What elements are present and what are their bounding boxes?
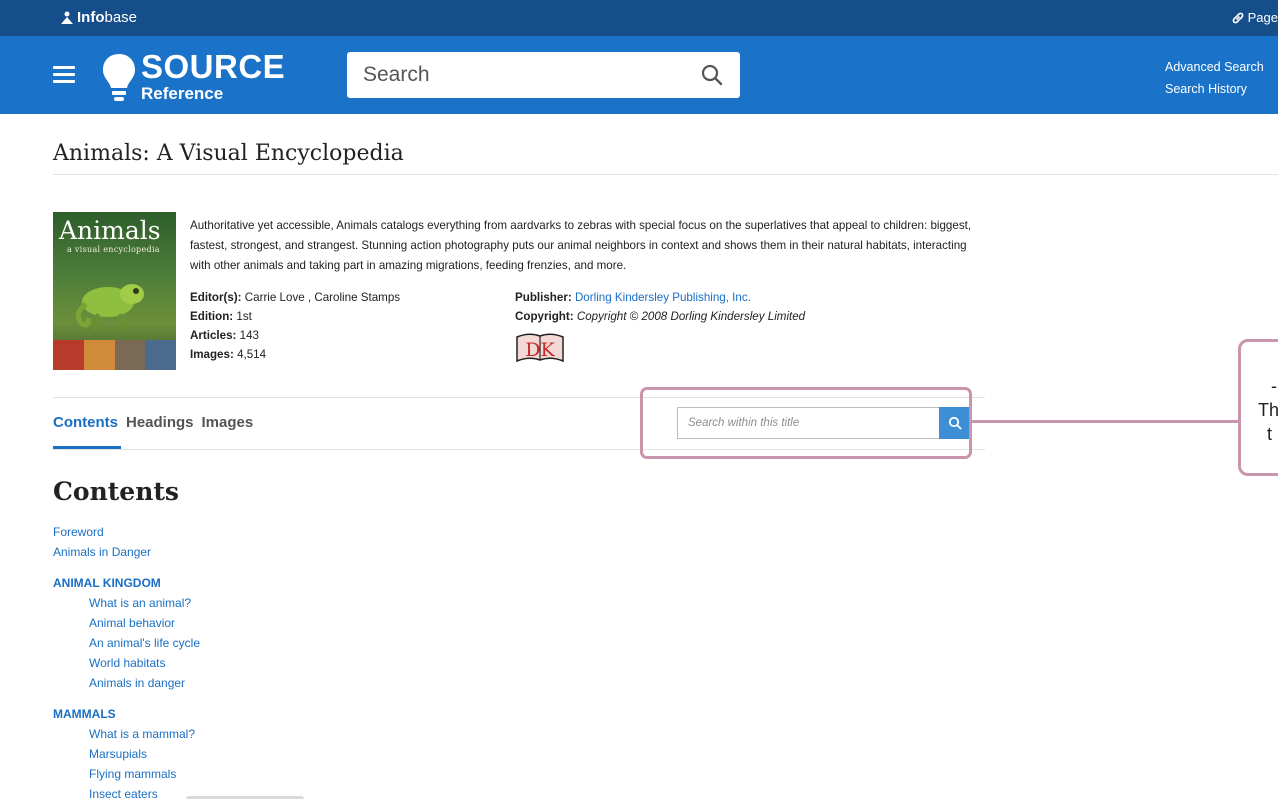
publisher-logo: DK [515,331,565,363]
content-tabs: Contents Headings Images [53,414,253,431]
toc-item[interactable]: Insect eaters [53,784,200,799]
infobase-logo[interactable]: Infobase [60,9,137,26]
tab-contents[interactable]: Contents [53,414,118,431]
editors-value: Carrie Love , Caroline Stamps [244,291,401,304]
toc-item[interactable]: Flying mammals [53,764,200,784]
chameleon-illustration [75,284,144,331]
publisher-logo-text: DK [525,339,555,361]
articles-label: Articles: [190,329,237,342]
table-of-contents: Foreword Animals in Danger ANIMAL KINGDO… [53,522,200,799]
contents-heading: Contents [53,477,180,506]
cover-subtitle: a visual encyclopedia [67,245,160,254]
edition-label: Edition: [190,310,234,323]
cover-title: Animals [59,216,161,245]
page-title: Animals: A Visual Encyclopedia [53,141,404,166]
toc-item[interactable]: An animal's life cycle [53,633,200,653]
edition-value: 1st [236,310,252,323]
global-search [347,52,740,98]
advanced-search-link[interactable]: Advanced Search [1165,56,1264,78]
logo-title: SOURCE [141,48,286,85]
search-history-link[interactable]: Search History [1165,78,1264,100]
brand-suffix: base [104,9,138,26]
logo-subtitle: Reference [141,84,224,103]
brand-prefix: Info [77,9,105,26]
source-reference-logo[interactable]: SOURCE Reference [101,48,301,106]
toc-link-animals-in-danger[interactable]: Animals in Danger [53,542,200,562]
divider [53,174,1278,175]
book-meta-left: Editor(s): Carrie Love , Caroline Stamps… [190,288,510,364]
book-meta-right: Publisher: Dorling Kindersley Publishing… [515,288,955,326]
annotation-text-line1: - [1271,376,1277,396]
annotation-connector [972,420,1239,423]
tab-images[interactable]: Images [202,414,254,431]
annotation-panel: - Th t [1238,339,1278,476]
publisher-link[interactable]: Dorling Kindersley Publishing, Inc. [575,291,751,304]
images-value: 4,514 [237,348,267,361]
toc-item[interactable]: What is a mammal? [53,724,200,744]
articles-value: 143 [239,329,259,342]
main-header: SOURCE Reference Advanced Search Search … [0,36,1278,114]
images-label: Images: [190,348,234,361]
toc-item[interactable]: What is an animal? [53,593,200,613]
annotation-text-line2: Th [1258,400,1278,420]
header-links: Advanced Search Search History [1165,56,1264,100]
toc-section-animal-kingdom[interactable]: ANIMAL KINGDOM [53,573,200,593]
book-description: Authoritative yet accessible, Animals ca… [190,219,972,272]
link-icon [1232,12,1243,23]
page-link[interactable]: Page [1231,10,1278,25]
copyright-value: Copyright © 2008 Dorling Kindersley Limi… [576,310,806,323]
search-icon[interactable] [700,63,724,87]
menu-icon[interactable] [53,66,75,84]
publisher-label: Publisher: [515,291,572,304]
page-link-label: Page [1247,10,1278,25]
annotation-highlight [640,387,972,459]
toc-item[interactable]: Marsupials [53,744,200,764]
editors-label: Editor(s): [190,291,242,304]
copyright-label: Copyright: [515,310,574,323]
infobase-topbar: Infobase Page [0,0,1278,36]
toc-item[interactable]: Animal behavior [53,613,200,633]
infobase-person-icon [61,11,73,24]
toc-item[interactable]: World habitats [53,653,200,673]
toc-section-mammals[interactable]: MAMMALS [53,704,200,724]
toc-link-foreword[interactable]: Foreword [53,522,200,542]
annotation-text-line3: t [1267,424,1273,444]
global-search-input[interactable] [347,52,677,98]
tab-headings[interactable]: Headings [126,414,194,431]
toc-item[interactable]: Animals in danger [53,673,200,693]
cover-photo-strip [53,340,176,370]
lightbulb-icon [103,54,135,101]
book-cover: Animals a visual encyclopedia [53,212,176,370]
